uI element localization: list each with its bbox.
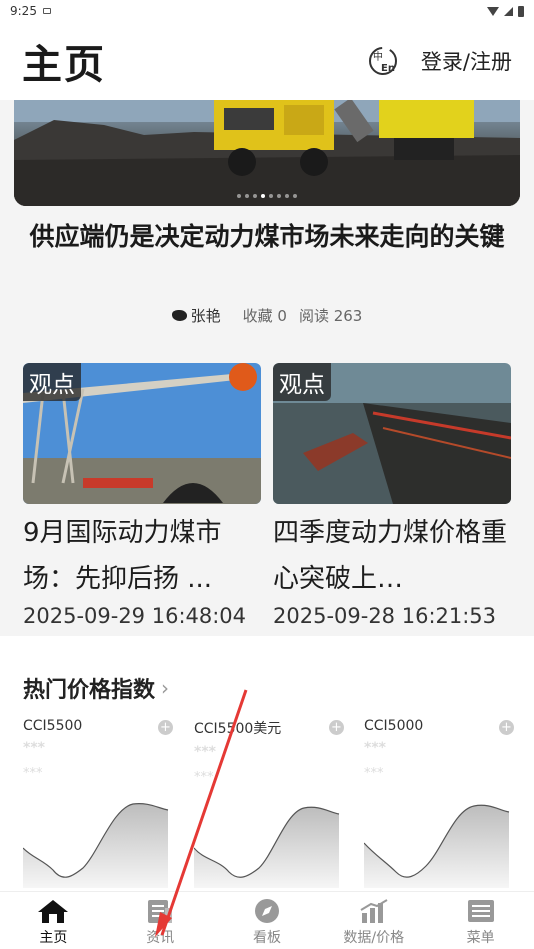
feature-meta: 张艳 收藏 0 阅读 263 bbox=[0, 305, 534, 326]
index-value: *** bbox=[364, 740, 386, 756]
index-name: CCI5000 bbox=[364, 718, 424, 734]
tab-news[interactable]: 资讯 bbox=[107, 892, 214, 949]
tab-label: 主页 bbox=[39, 930, 68, 946]
article-date: 2025-09-29 16:48:04 bbox=[23, 604, 247, 628]
tab-label: 菜单 bbox=[466, 930, 495, 946]
index-sparkline bbox=[194, 806, 340, 888]
favorite-count: 收藏 0 bbox=[242, 307, 287, 325]
feature-article-title[interactable]: 供应端仍是决定动力煤市场未来走向的关键 bbox=[20, 216, 514, 258]
add-icon[interactable]: + bbox=[158, 720, 173, 735]
status-time: 9:25 bbox=[10, 4, 37, 18]
article-tag: 观点 bbox=[23, 363, 81, 401]
signal-icon bbox=[504, 6, 513, 16]
tab-home[interactable]: 主页 bbox=[0, 892, 107, 949]
tab-label: 资讯 bbox=[146, 930, 175, 946]
carousel-dot[interactable] bbox=[261, 194, 265, 198]
price-index-card[interactable]: CCI5500美元 + *** *** bbox=[194, 718, 344, 891]
index-sparkline bbox=[364, 804, 510, 888]
status-bar: 9:25 bbox=[0, 0, 534, 22]
author-name: 张艳 bbox=[190, 307, 221, 325]
article-card[interactable]: 观点 9月国际动力煤市场：先抑后扬 ... 2025-09-29 16:48:0… bbox=[23, 363, 261, 628]
home-content[interactable]: 供应端仍是决定动力煤市场未来走向的关键 张艳 收藏 0 阅读 263 观点 9月… bbox=[0, 100, 534, 891]
article-thumbnail: 观点 bbox=[23, 363, 261, 504]
bar-chart-icon bbox=[360, 899, 388, 923]
article-thumbnail: 观点 bbox=[273, 363, 511, 504]
index-change: *** bbox=[194, 770, 214, 785]
article-date: 2025-09-28 16:21:53 bbox=[273, 604, 497, 628]
article-tag: 观点 bbox=[273, 363, 331, 401]
tab-label: 看板 bbox=[252, 930, 281, 946]
page-title: 主页 bbox=[22, 42, 106, 88]
battery-icon bbox=[518, 5, 524, 17]
tab-label: 数据/价格 bbox=[343, 930, 405, 946]
read-count: 阅读 263 bbox=[298, 307, 363, 325]
mining-truck-image bbox=[14, 100, 520, 206]
index-sparkline bbox=[23, 803, 169, 888]
carousel-dot[interactable] bbox=[293, 194, 297, 198]
carousel-dot[interactable] bbox=[285, 194, 289, 198]
home-icon bbox=[38, 900, 69, 923]
index-value: *** bbox=[194, 744, 216, 760]
tab-data-price[interactable]: 数据/价格 bbox=[320, 892, 427, 949]
chevron-right-icon: › bbox=[161, 676, 170, 700]
wifi-icon bbox=[487, 6, 499, 16]
index-value: *** bbox=[23, 740, 45, 756]
banner-carousel[interactable] bbox=[14, 100, 520, 206]
author[interactable]: 张艳 bbox=[171, 305, 221, 326]
hot-price-index-section: 热门价格指数 › CCI5500 + *** *** CCI5500美元 + *… bbox=[0, 636, 534, 891]
index-name: CCI5500 bbox=[23, 718, 83, 734]
index-name: CCI5500美元 bbox=[194, 721, 282, 737]
add-icon[interactable]: + bbox=[329, 720, 344, 735]
carousel-dot[interactable] bbox=[269, 194, 273, 198]
menu-icon bbox=[467, 900, 494, 922]
section-title: 热门价格指数 bbox=[23, 678, 156, 703]
carousel-dot[interactable] bbox=[277, 194, 281, 198]
index-change: *** bbox=[364, 766, 384, 781]
article-title: 9月国际动力煤市场：先抑后扬 ... bbox=[23, 518, 222, 594]
carousel-dot[interactable] bbox=[237, 194, 241, 198]
tab-dashboard[interactable]: 看板 bbox=[214, 892, 321, 949]
carousel-dot[interactable] bbox=[245, 194, 249, 198]
price-index-card[interactable]: CCI5500 + *** *** bbox=[23, 718, 173, 891]
hot-index-header[interactable]: 热门价格指数 › bbox=[23, 672, 169, 704]
article-title: 四季度动力煤价格重心突破上… bbox=[273, 518, 508, 594]
article-card[interactable]: 观点 四季度动力煤价格重心突破上… 2025-09-28 16:21:53 bbox=[273, 363, 511, 628]
svg-text:中: 中 bbox=[373, 50, 383, 63]
add-icon[interactable]: + bbox=[499, 720, 514, 735]
compass-icon bbox=[254, 899, 279, 923]
price-index-card[interactable]: CCI5000 + *** *** bbox=[364, 718, 514, 891]
news-icon bbox=[148, 900, 173, 923]
svg-text:En: En bbox=[381, 63, 395, 74]
bottom-tab-bar: 主页 资讯 看板 数据/价格 菜单 bbox=[0, 891, 534, 949]
carousel-indicator[interactable] bbox=[14, 194, 520, 198]
language-switch-icon[interactable]: 中 En bbox=[367, 45, 399, 77]
app-header: 主页 中 En 登录/注册 bbox=[0, 22, 534, 100]
carousel-dot[interactable] bbox=[253, 194, 257, 198]
tab-menu[interactable]: 菜单 bbox=[427, 892, 534, 949]
login-register-link[interactable]: 登录/注册 bbox=[421, 46, 512, 76]
coal-icon bbox=[171, 310, 187, 321]
notification-icon bbox=[42, 8, 51, 14]
index-change: *** bbox=[23, 766, 43, 781]
